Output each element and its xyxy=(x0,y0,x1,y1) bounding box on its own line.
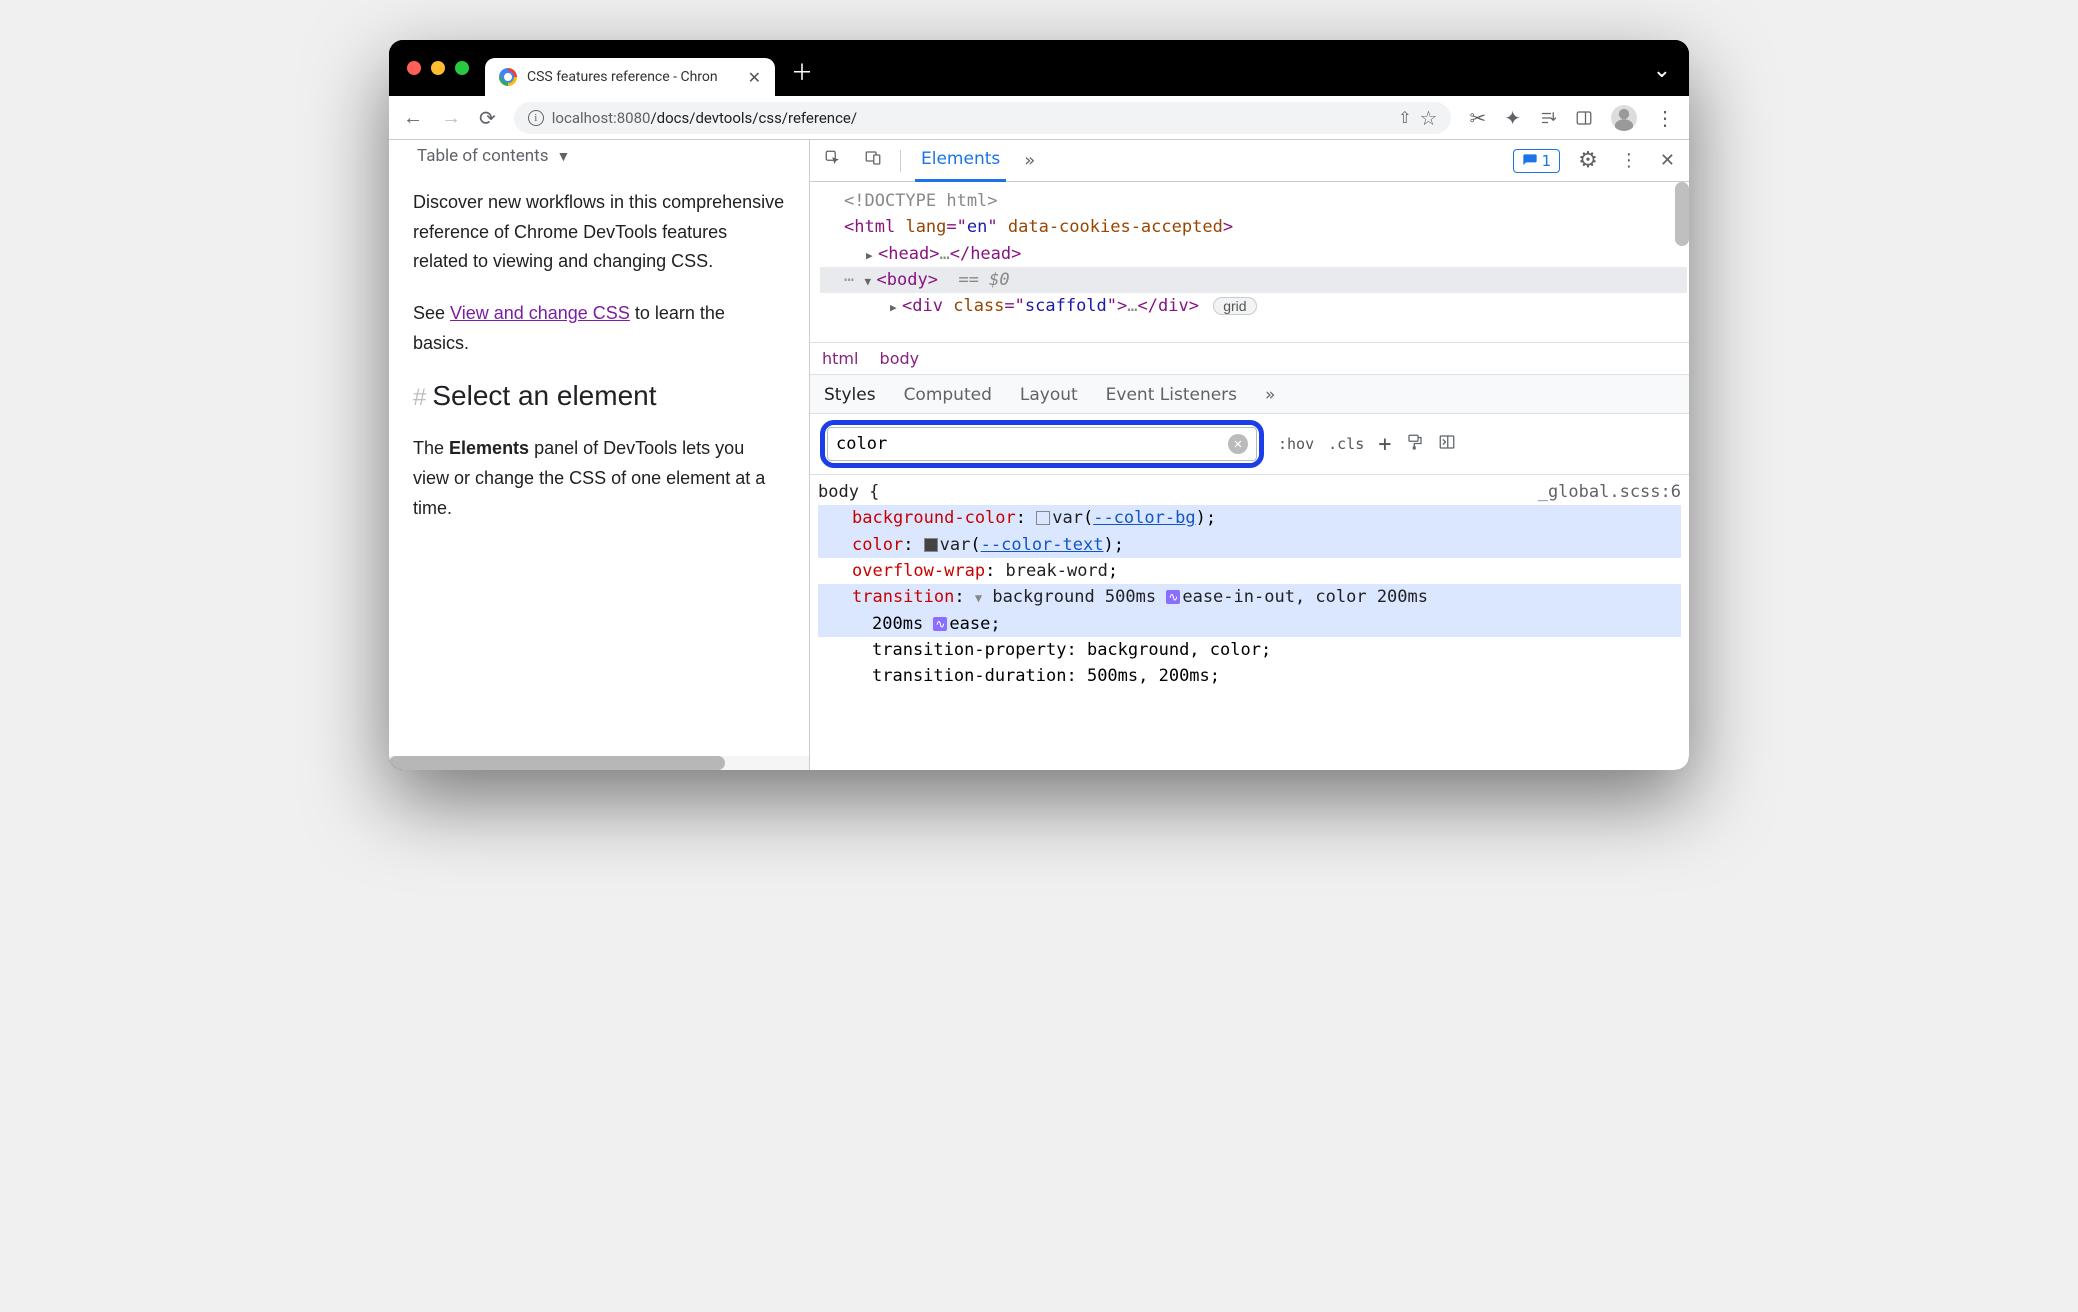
toc-label: Table of contents xyxy=(417,146,548,166)
browser-window: CSS features reference - Chron ✕ ＋ ⌄ ← →… xyxy=(389,40,1689,770)
dom-tree[interactable]: <!DOCTYPE html> <html lang="en" data-coo… xyxy=(810,182,1689,342)
reload-button[interactable]: ⟳ xyxy=(479,106,496,130)
view-change-css-link[interactable]: View and change CSS xyxy=(450,303,630,323)
filter-highlight: ✕ xyxy=(820,420,1264,468)
dom-div-scaffold[interactable]: ▶<div class="scaffold">…</div> grid xyxy=(820,293,1687,319)
see-paragraph: See View and change CSS to learn the bas… xyxy=(413,299,785,358)
dom-body-selected[interactable]: ⋯ ▼<body> == $0 xyxy=(820,267,1687,293)
site-info-icon[interactable]: i xyxy=(528,110,544,126)
decl-background-color[interactable]: background-color: var(--color-bg); xyxy=(818,505,1681,531)
chrome-favicon-icon xyxy=(499,68,517,86)
crumb-body[interactable]: body xyxy=(880,349,920,368)
crumb-html[interactable]: html xyxy=(822,349,858,368)
dom-head[interactable]: ▶<head>…</head> xyxy=(820,241,1687,267)
settings-gear-icon[interactable]: ⚙ xyxy=(1574,144,1602,177)
computed-sidebar-icon[interactable] xyxy=(1438,433,1456,455)
rule-header: body { _global.scss:6 xyxy=(818,479,1681,505)
device-toolbar-icon[interactable] xyxy=(860,145,886,176)
styles-pane-tabs: Styles Computed Layout Event Listeners » xyxy=(810,374,1689,414)
clear-filter-icon[interactable]: ✕ xyxy=(1228,434,1248,454)
styles-filter-bar: ✕ :hov .cls + xyxy=(810,414,1689,475)
bezier-icon[interactable] xyxy=(933,617,947,631)
close-window-button[interactable] xyxy=(407,61,421,75)
dom-scrollbar[interactable] xyxy=(1675,182,1689,342)
hov-toggle[interactable]: :hov xyxy=(1278,435,1314,453)
reading-list-icon[interactable] xyxy=(1539,109,1557,127)
content-area: Table of contents ▼ Discover new workflo… xyxy=(389,140,1689,770)
titlebar: CSS features reference - Chron ✕ ＋ ⌄ xyxy=(389,40,1689,96)
bookmark-icon[interactable]: ☆ xyxy=(1420,106,1438,130)
filter-input-container: ✕ xyxy=(827,427,1257,461)
forward-button[interactable]: → xyxy=(441,105,461,130)
scissors-icon[interactable]: ✂ xyxy=(1469,106,1486,130)
grid-badge[interactable]: grid xyxy=(1213,297,1256,315)
bezier-icon[interactable] xyxy=(1166,590,1180,604)
url-text: localhost:8080/docs/devtools/css/referen… xyxy=(552,109,1390,127)
decl-transition-cont[interactable]: 200ms ease; xyxy=(818,611,1681,637)
rule-source-link[interactable]: _global.scss:6 xyxy=(1538,479,1681,505)
computed-tab[interactable]: Computed xyxy=(904,385,992,405)
close-tab-button[interactable]: ✕ xyxy=(748,68,761,87)
new-tab-button[interactable]: ＋ xyxy=(791,55,813,87)
devtools-menu-icon[interactable]: ⋮ xyxy=(1616,146,1642,175)
dom-html-open[interactable]: <html lang="en" data-cookies-accepted> xyxy=(820,214,1687,240)
chevron-down-icon: ▼ xyxy=(556,148,570,165)
more-pane-tabs-icon[interactable]: » xyxy=(1265,385,1275,405)
inspect-element-icon[interactable] xyxy=(820,145,846,176)
browser-tab[interactable]: CSS features reference - Chron ✕ xyxy=(485,58,775,96)
tab-title: CSS features reference - Chron xyxy=(527,69,738,85)
decl-transition[interactable]: transition: ▼ background 500ms ease-in-o… xyxy=(818,584,1681,610)
address-bar[interactable]: i localhost:8080/docs/devtools/css/refer… xyxy=(514,102,1452,134)
tab-dropdown-button[interactable]: ⌄ xyxy=(1653,58,1671,83)
devtools-close-icon[interactable]: ✕ xyxy=(1656,146,1679,175)
hash-icon: # xyxy=(413,384,426,411)
event-listeners-tab[interactable]: Event Listeners xyxy=(1106,385,1237,405)
issues-button[interactable]: 1 xyxy=(1513,149,1561,173)
color-swatch-icon[interactable] xyxy=(924,538,938,552)
separator xyxy=(900,150,901,172)
extensions-icon[interactable]: ✦ xyxy=(1504,106,1521,130)
share-icon[interactable]: ⇧ xyxy=(1398,108,1411,127)
devtools-toolbar: Elements » 1 ⚙ ⋮ ✕ xyxy=(810,140,1689,182)
page-pane: Table of contents ▼ Discover new workflo… xyxy=(389,140,809,770)
maximize-window-button[interactable] xyxy=(455,61,469,75)
back-button[interactable]: ← xyxy=(403,105,423,130)
toolbar: ← → ⟳ i localhost:8080/docs/devtools/css… xyxy=(389,96,1689,140)
elements-paragraph: The Elements panel of DevTools lets you … xyxy=(413,434,785,523)
menu-button[interactable]: ⋮ xyxy=(1655,106,1675,130)
cls-toggle[interactable]: .cls xyxy=(1328,435,1364,453)
devtools-pane: Elements » 1 ⚙ ⋮ ✕ <!DOCTYPE html> <html… xyxy=(809,140,1689,770)
layout-tab[interactable]: Layout xyxy=(1020,385,1078,405)
elements-tab[interactable]: Elements xyxy=(915,139,1006,182)
toc-toggle[interactable]: Table of contents ▼ xyxy=(413,140,785,188)
decl-transition-duration[interactable]: transition-duration: 500ms, 200ms; xyxy=(818,663,1681,689)
more-tabs-icon[interactable]: » xyxy=(1020,146,1039,175)
paint-icon[interactable] xyxy=(1406,433,1424,455)
dom-breadcrumbs: html body xyxy=(810,342,1689,374)
color-swatch-icon[interactable] xyxy=(1036,511,1050,525)
styles-rules[interactable]: body { _global.scss:6 background-color: … xyxy=(810,475,1689,770)
issues-count: 1 xyxy=(1542,152,1552,170)
decl-color[interactable]: color: var(--color-text); xyxy=(818,532,1681,558)
intro-paragraph: Discover new workflows in this comprehen… xyxy=(413,188,785,277)
new-style-rule-icon[interactable]: + xyxy=(1378,432,1391,457)
side-panel-icon[interactable] xyxy=(1575,109,1593,127)
decl-transition-property[interactable]: transition-property: background, color; xyxy=(818,637,1681,663)
profile-avatar[interactable] xyxy=(1611,105,1637,131)
styles-tab[interactable]: Styles xyxy=(824,385,876,405)
filter-input[interactable] xyxy=(836,434,1228,454)
select-element-heading: #Select an element xyxy=(413,380,785,412)
decl-overflow-wrap[interactable]: overflow-wrap: break-word; xyxy=(818,558,1681,584)
window-controls xyxy=(407,61,469,75)
horizontal-scrollbar[interactable] xyxy=(389,756,809,770)
dom-doctype: <!DOCTYPE html> xyxy=(820,188,1687,214)
minimize-window-button[interactable] xyxy=(431,61,445,75)
rule-selector[interactable]: body { xyxy=(818,479,879,505)
